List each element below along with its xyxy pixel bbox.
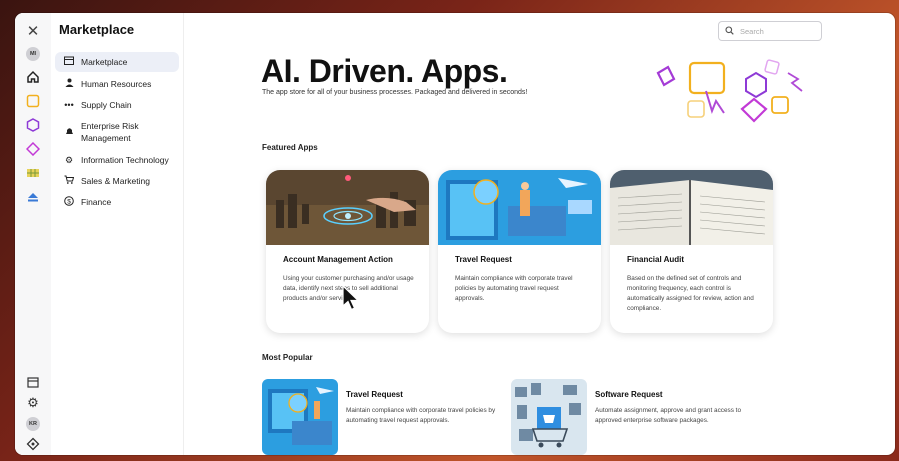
sidebar-item-label: Human Resources (81, 79, 152, 89)
person-icon (63, 78, 75, 90)
hero-subtitle: The app store for all of your business p… (262, 89, 528, 96)
sidebar-title: Marketplace (59, 22, 135, 37)
settings-gear-icon[interactable]: ⚙ (24, 394, 42, 412)
account-management-image (266, 170, 429, 245)
main-content: AI. Driven. Apps. The app store for all … (184, 13, 895, 455)
app-eject-icon[interactable] (24, 188, 42, 206)
card-description: Maintain compliance with corporate trave… (346, 407, 496, 424)
sidebar-item-label: Information Technology (81, 155, 169, 165)
card-title: Travel Request (346, 390, 403, 399)
home-icon[interactable] (24, 68, 42, 86)
cart-icon (63, 175, 75, 187)
app-hexagon-icon[interactable] (24, 116, 42, 134)
software-request-thumbnail (511, 379, 587, 455)
app-diamond-icon[interactable] (24, 140, 42, 158)
user-avatar-bottom[interactable]: KR (24, 415, 42, 433)
travel-request-thumbnail (262, 379, 338, 455)
featured-apps-heading: Featured Apps (262, 143, 318, 152)
featured-card-financial-audit[interactable]: Financial Audit Based on the defined set… (610, 170, 773, 333)
sidebar-item-label: Enterprise Risk Management (81, 121, 139, 143)
most-popular-heading: Most Popular (262, 353, 313, 362)
sidebar-item-supply-chain[interactable]: ••• Supply Chain (55, 95, 179, 115)
sidebar-item-label: Sales & Marketing (81, 176, 150, 186)
icon-rail: ✕ MI ⚙ KR (15, 13, 52, 455)
featured-card-travel-request[interactable]: Travel Request Maintain compliance with … (438, 170, 601, 333)
hero-title: AI. Driven. Apps. (261, 53, 508, 89)
sidebar-item-information-technology[interactable]: ⚙ Information Technology (55, 150, 179, 170)
sidebar-item-marketplace[interactable]: Marketplace (55, 52, 179, 72)
sidebar-item-enterprise-risk-management[interactable]: Enterprise Risk Management (55, 116, 179, 148)
travel-request-image (438, 170, 601, 245)
svg-text:$: $ (67, 198, 71, 205)
tag-icon[interactable] (24, 435, 42, 453)
sidebar-item-sales-marketing[interactable]: Sales & Marketing (55, 171, 179, 191)
card-title: Travel Request (455, 255, 512, 264)
card-description: Based on the defined set of controls and… (627, 275, 754, 312)
sidebar-item-finance[interactable]: $ Finance (55, 192, 179, 213)
app-grid-icon[interactable] (24, 164, 42, 182)
user-avatar-top[interactable]: MI (24, 45, 42, 63)
sidebar-item-label: Marketplace (81, 57, 128, 67)
sidebar-item-human-resources[interactable]: Human Resources (55, 74, 179, 94)
search-input[interactable] (738, 25, 812, 37)
card-description: Maintain compliance with corporate trave… (455, 275, 573, 302)
search-box[interactable] (718, 21, 822, 41)
sidebar-item-label: Supply Chain (81, 100, 132, 110)
sidebar: Marketplace Marketplace Human Resources … (51, 13, 184, 455)
alarm-icon (63, 126, 75, 138)
app-yellow-square-icon[interactable] (24, 92, 42, 110)
close-icon[interactable]: ✕ (24, 22, 42, 40)
card-title: Financial Audit (627, 255, 685, 264)
card-title: Software Request (595, 390, 663, 399)
sidebar-item-label: Finance (81, 197, 112, 207)
card-title: Account Management Action (283, 255, 393, 264)
dollar-icon: $ (63, 196, 75, 209)
storefront-icon[interactable] (24, 373, 42, 391)
search-icon (725, 22, 734, 40)
popular-card-travel-request[interactable]: Travel Request Maintain compliance with … (262, 379, 502, 455)
gear-icon: ⚙ (64, 155, 74, 165)
dots-icon: ••• (64, 100, 74, 110)
storefront-icon (63, 56, 75, 68)
popular-card-software-request[interactable]: Software Request Automate assignment, ap… (511, 379, 751, 455)
decorative-app-shapes (656, 59, 803, 123)
financial-audit-image (610, 170, 773, 245)
app-window: ✕ MI ⚙ KR Marketplace Marketplace Human … (15, 13, 895, 455)
card-description: Automate assignment, approve and grant a… (595, 407, 742, 424)
mouse-cursor-icon (342, 285, 360, 311)
